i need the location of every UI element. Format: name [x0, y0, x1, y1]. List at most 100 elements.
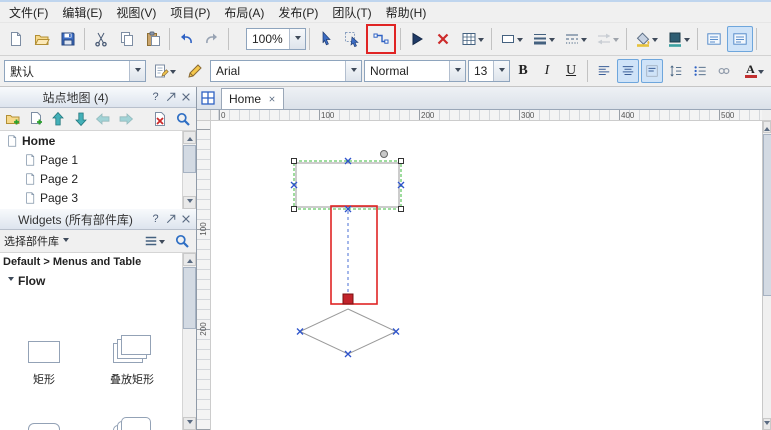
valign-top-button[interactable]	[641, 59, 663, 83]
menu-help[interactable]: 帮助(H)	[379, 2, 434, 23]
widgets-help-button[interactable]: ?	[148, 212, 163, 227]
outdent-page-button[interactable]	[94, 109, 113, 129]
widgets-scrollbar[interactable]	[182, 253, 196, 430]
preview-button[interactable]	[404, 26, 430, 52]
line-spacing-button[interactable]	[665, 59, 687, 83]
connector-endpoint-marker[interactable]	[343, 294, 353, 304]
scroll-down-button[interactable]	[763, 418, 771, 430]
fill-color-button[interactable]	[662, 26, 694, 52]
add-page-button[interactable]	[27, 109, 46, 129]
select-intersect-button[interactable]	[313, 26, 339, 52]
widget-library-breadcrumb[interactable]: Default > Menus and Table	[0, 253, 196, 270]
right-panel-toggle-button[interactable]	[727, 26, 753, 52]
update-style-button[interactable]	[148, 58, 180, 84]
sitemap-help-button[interactable]: ?	[148, 90, 163, 105]
selection-handle[interactable]	[292, 207, 297, 212]
font-style-combobox[interactable]: Normal	[364, 60, 466, 82]
new-button[interactable]	[3, 26, 29, 52]
menu-view[interactable]: 视图(V)	[109, 2, 163, 23]
align-left-button[interactable]	[593, 59, 615, 83]
widget-item-rectangle[interactable]: 矩形	[4, 305, 84, 387]
style-dropdown-button[interactable]	[129, 61, 145, 81]
selection-handle[interactable]	[399, 207, 404, 212]
canvas-rectangle-widget[interactable]	[296, 163, 399, 207]
open-button[interactable]	[29, 26, 55, 52]
copy-button[interactable]	[114, 26, 140, 52]
select-contain-button[interactable]	[339, 26, 365, 52]
tab-close-icon[interactable]	[268, 95, 276, 103]
left-panel-toggle-button[interactable]	[701, 26, 727, 52]
sitemap-scrollbar[interactable]	[182, 131, 196, 209]
font-color-button[interactable]: A	[737, 58, 771, 84]
font-style-dropdown-button[interactable]	[449, 61, 465, 81]
sitemap-popout-button[interactable]	[163, 90, 178, 105]
widgets-close-button[interactable]	[178, 212, 193, 227]
menu-team[interactable]: 团队(T)	[325, 2, 378, 23]
bold-button[interactable]: B	[512, 59, 534, 83]
widget-item-stacked-rectangle[interactable]: 叠放矩形	[92, 305, 172, 387]
library-menu-button[interactable]	[140, 231, 168, 251]
delete-page-button[interactable]	[151, 109, 170, 129]
underline-button[interactable]: U	[560, 59, 582, 83]
library-selector-label[interactable]: 选择部件库	[4, 233, 59, 249]
widgets-search-button[interactable]	[172, 231, 192, 251]
zoom-combobox[interactable]: 100%	[246, 28, 306, 50]
move-up-button[interactable]	[49, 109, 68, 129]
connection-point-x[interactable]	[297, 329, 303, 335]
indent-page-button[interactable]	[117, 109, 136, 129]
redo-button[interactable]	[199, 26, 225, 52]
scroll-up-button[interactable]	[183, 253, 196, 266]
scroll-down-button[interactable]	[183, 196, 196, 209]
edit-style-button[interactable]	[182, 58, 208, 84]
canvas-view[interactable]	[211, 121, 762, 430]
align-center-button[interactable]	[617, 59, 639, 83]
grid-options-button[interactable]	[456, 26, 488, 52]
selection-handle[interactable]	[399, 159, 404, 164]
menu-edit[interactable]: 编辑(E)	[55, 2, 109, 23]
undo-button[interactable]	[173, 26, 199, 52]
arrow-style-button[interactable]	[591, 26, 623, 52]
rotate-handle[interactable]	[381, 151, 388, 158]
tree-item-page3[interactable]: Page 3	[0, 188, 196, 207]
canvas-diamond-widget[interactable]	[300, 309, 396, 354]
scroll-up-button[interactable]	[763, 121, 771, 133]
scrollbar-thumb[interactable]	[183, 145, 196, 173]
fill-bucket-button[interactable]	[630, 26, 662, 52]
cut-button[interactable]	[88, 26, 114, 52]
add-folder-button[interactable]	[4, 109, 23, 129]
tree-item-page1[interactable]: Page 1	[0, 150, 196, 169]
tree-item-home[interactable]: Home	[0, 131, 196, 150]
italic-button[interactable]: I	[536, 59, 558, 83]
font-family-combobox[interactable]: Arial	[210, 60, 362, 82]
connection-point-x[interactable]	[393, 329, 399, 335]
font-dropdown-button[interactable]	[345, 61, 361, 81]
chevron-down-icon[interactable]	[63, 238, 69, 245]
widget-section-flow[interactable]: Flow	[0, 270, 196, 291]
scroll-up-button[interactable]	[183, 131, 196, 144]
tree-item-page2[interactable]: Page 2	[0, 169, 196, 188]
insert-link-button[interactable]	[713, 59, 735, 83]
menu-project[interactable]: 项目(P)	[163, 2, 217, 23]
menu-file[interactable]: 文件(F)	[2, 2, 55, 23]
scrollbar-thumb[interactable]	[183, 267, 196, 329]
border-style-button[interactable]	[495, 26, 527, 52]
zoom-dropdown-button[interactable]	[289, 29, 305, 49]
connector-tool-button[interactable]	[368, 26, 394, 52]
line-style-button[interactable]	[559, 26, 591, 52]
line-weight-button[interactable]	[527, 26, 559, 52]
widget-style-combobox[interactable]: 默认	[4, 60, 146, 82]
selection-handle[interactable]	[292, 159, 297, 164]
sitemap-close-button[interactable]	[178, 90, 193, 105]
scrollbar-thumb[interactable]	[763, 134, 771, 296]
save-button[interactable]	[55, 26, 81, 52]
canvas-vertical-scrollbar[interactable]	[762, 121, 771, 430]
widget-item-stacked-rounded-rectangle[interactable]: 叠放圆角矩形	[92, 387, 172, 430]
connection-point-x[interactable]	[345, 351, 351, 357]
scroll-down-button[interactable]	[183, 417, 196, 430]
bullet-list-button[interactable]	[689, 59, 711, 83]
close-preview-button[interactable]	[430, 26, 456, 52]
tab-list-button[interactable]	[200, 90, 216, 106]
menu-arrange[interactable]: 布局(A)	[217, 2, 271, 23]
paste-button[interactable]	[140, 26, 166, 52]
tab-home[interactable]: Home	[221, 88, 284, 109]
